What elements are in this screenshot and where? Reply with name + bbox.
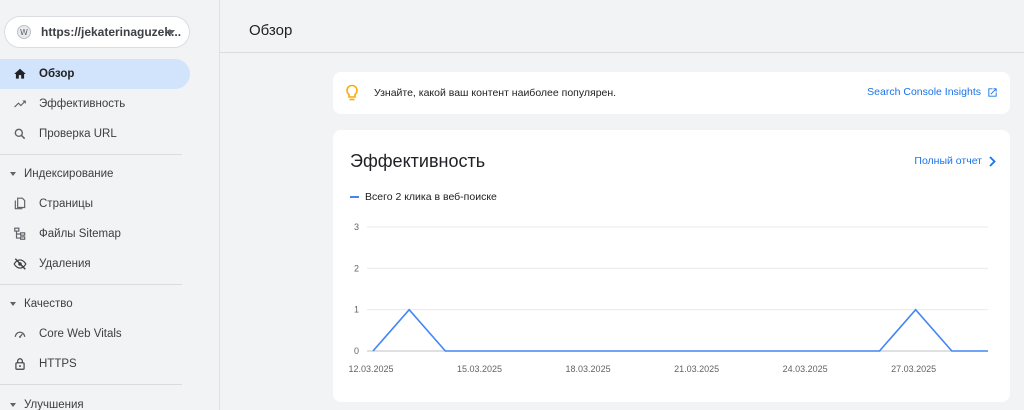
x-tick-label: 12.03.2025 (348, 364, 393, 374)
sidebar: W https://jekaterinaguzek... Обзор Эффек… (0, 0, 196, 410)
sidebar-item-label: Страницы (39, 198, 93, 210)
full-report-label: Полный отчет (914, 155, 982, 167)
divider (0, 284, 182, 285)
sidebar-item-label: HTTPS (39, 358, 77, 370)
home-icon (13, 67, 27, 81)
y-tick-label: 3 (354, 222, 359, 232)
clicks-chart: 0 1 2 3 12.03.2025 15.03.2025 18.03.2025 21.03.… (348, 222, 989, 374)
wordpress-icon: W (17, 25, 31, 39)
sidebar-item-core-web-vitals[interactable]: Core Web Vitals (0, 319, 190, 349)
x-tick-label: 15.03.2025 (457, 364, 502, 374)
banner-link-label: Search Console Insights (867, 86, 981, 98)
y-tick-label: 0 (354, 346, 359, 356)
sidebar-item-label: Core Web Vitals (39, 328, 122, 340)
sidebar-item-sitemaps[interactable]: Файлы Sitemap (0, 219, 190, 249)
section-label: Индексирование (24, 168, 114, 180)
caret-down-icon (10, 172, 16, 176)
divider (0, 384, 182, 385)
section-quality[interactable]: Качество (0, 289, 190, 319)
eye-off-icon (13, 257, 27, 271)
performance-card: Эффективность Полный отчет Всего 2 клика… (333, 130, 1010, 402)
search-console-insights-link[interactable]: Search Console Insights (867, 86, 998, 98)
pages-icon (13, 197, 27, 211)
section-enhancements[interactable]: Улучшения (0, 390, 190, 410)
property-selector[interactable]: W https://jekaterinaguzek... (4, 16, 190, 48)
sidebar-item-pages[interactable]: Страницы (0, 189, 190, 219)
sidebar-item-removals[interactable]: Удаления (0, 249, 190, 279)
page-title: Обзор (249, 22, 293, 39)
full-report-link[interactable]: Полный отчет (914, 155, 996, 167)
x-tick-label: 24.03.2025 (783, 364, 828, 374)
x-tick-label: 27.03.2025 (891, 364, 936, 374)
section-label: Улучшения (24, 399, 84, 410)
sidebar-item-label: Проверка URL (39, 128, 117, 140)
sidebar-item-performance[interactable]: Эффективность (0, 89, 190, 119)
y-tick-label: 2 (354, 263, 359, 273)
trending-up-icon (13, 97, 27, 111)
caret-down-icon (10, 403, 16, 407)
sidebar-item-overview[interactable]: Обзор (0, 59, 190, 89)
legend-swatch (350, 196, 359, 198)
sidebar-item-url-inspection[interactable]: Проверка URL (0, 119, 190, 149)
sidebar-item-label: Эффективность (39, 98, 126, 110)
sitemap-icon (13, 227, 27, 241)
lightbulb-icon (346, 84, 358, 101)
series-line (372, 308, 988, 352)
chart-legend[interactable]: Всего 2 клика в веб-поиске (350, 191, 497, 203)
sidebar-item-label: Файлы Sitemap (39, 228, 121, 240)
section-label: Качество (24, 298, 73, 310)
banner-text: Узнайте, какой ваш контент наиболее попу… (374, 87, 617, 99)
top-bar: Обзор (220, 0, 1024, 53)
open-in-new-icon (988, 87, 997, 97)
section-indexing[interactable]: Индексирование (0, 159, 190, 189)
performance-title: Эффективность (350, 151, 486, 171)
sidebar-item-https[interactable]: HTTPS (0, 349, 190, 379)
chevron-right-icon (989, 155, 996, 167)
gauge-icon (13, 327, 27, 341)
search-icon (13, 127, 27, 141)
x-tick-label: 18.03.2025 (566, 364, 611, 374)
x-tick-label: 21.03.2025 (674, 364, 719, 374)
caret-down-icon (10, 302, 16, 306)
legend-label: Всего 2 клика в веб-поиске (365, 191, 497, 203)
insights-banner: Узнайте, какой ваш контент наиболее попу… (333, 72, 1010, 114)
sidebar-separator (219, 0, 220, 410)
sidebar-item-label: Удаления (39, 258, 91, 270)
y-tick-label: 1 (354, 305, 359, 315)
lock-icon (13, 357, 27, 371)
sidebar-item-label: Обзор (39, 68, 75, 80)
property-url: https://jekaterinaguzek... (41, 25, 182, 39)
divider (0, 154, 182, 155)
chevron-down-icon (167, 30, 175, 35)
